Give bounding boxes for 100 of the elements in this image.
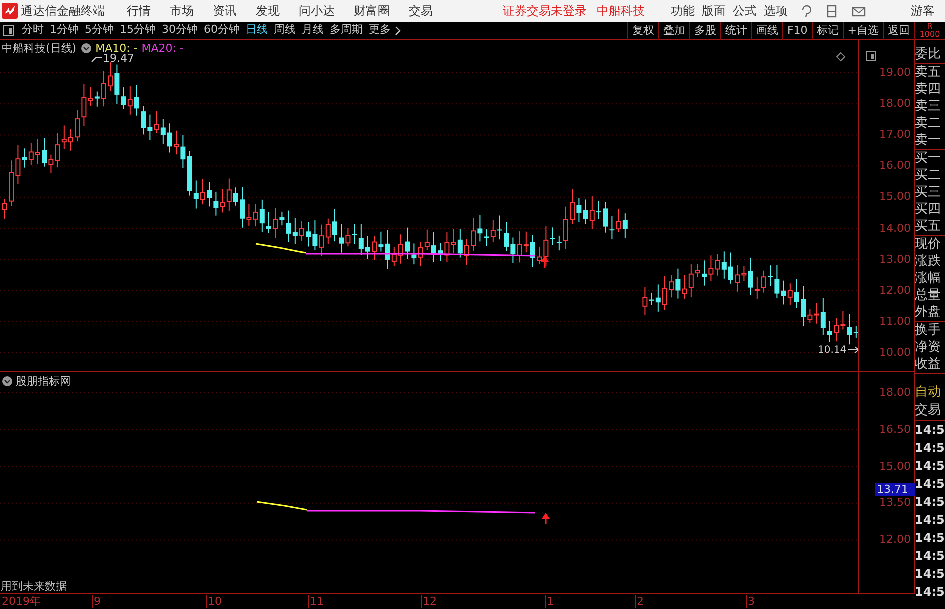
quote-label: 总量 — [915, 287, 942, 304]
menu-item[interactable]: 问小达 — [299, 2, 335, 20]
menu-item[interactable]: 选项 — [764, 2, 788, 20]
axis-label: 14.00 — [880, 222, 911, 234]
axis-label: 11.00 — [880, 316, 911, 328]
quote-label: 买三 — [915, 184, 942, 201]
axis-label: 19.00 — [880, 67, 911, 79]
quote-label: 买四 — [915, 201, 942, 218]
login-status[interactable]: 证券交易未登录 — [503, 2, 587, 20]
up-arrow-icon — [541, 256, 549, 268]
trade-time: 14:5 — [915, 440, 945, 457]
ma20-label: MA20: - — [142, 42, 184, 55]
dropdown-icon[interactable] — [80, 43, 92, 54]
axis-label: 2 — [635, 595, 644, 608]
mail-icon[interactable] — [852, 4, 866, 18]
axis-label: 10.00 — [880, 346, 911, 359]
quote-label: 委比 — [915, 46, 942, 63]
period-tab[interactable]: 分时 — [19, 22, 47, 39]
toolbar-button[interactable]: F10 — [782, 22, 812, 40]
axis-label: 18.00 — [880, 98, 911, 110]
diamond-icon[interactable] — [836, 52, 846, 62]
axis-label: 18.00 — [880, 387, 911, 399]
arrow-right-icon — [848, 346, 858, 354]
axis-label: 2019年 — [1, 595, 41, 608]
axis-label: 9 — [92, 595, 101, 608]
menu-item[interactable]: 交易 — [409, 2, 433, 20]
menu-item[interactable]: 版面 — [702, 2, 726, 20]
axis-label: 1 — [545, 595, 554, 608]
axis-label: 12.00 — [880, 534, 911, 546]
leader-line — [92, 58, 102, 62]
badge-letter: R — [927, 22, 933, 30]
quote-label: 净资 — [915, 339, 942, 356]
user-name[interactable]: 游客 — [911, 2, 935, 20]
menu-item[interactable]: 财富圈 — [354, 2, 390, 20]
toolbar-button[interactable]: 多股 — [689, 22, 720, 40]
trade-time: 14:5 — [915, 458, 945, 475]
low-price-label: 10.14 — [818, 344, 847, 357]
quote-label: 买一 — [915, 150, 942, 167]
axis-label: 17.00 — [880, 129, 911, 142]
axis-label: 12.00 — [880, 284, 911, 297]
trade-time: 14:5 — [915, 494, 945, 511]
toolbar-button[interactable]: 复权 — [627, 22, 658, 40]
toolbar-button[interactable]: 画线 — [751, 22, 782, 40]
trade-time: 14:5 — [915, 584, 945, 601]
axis-label: 11 — [308, 595, 324, 608]
panel-toggle-icon[interactable] — [866, 51, 877, 62]
period-tab[interactable]: 60分钟 — [201, 22, 243, 39]
stock-name: 中船科技 — [597, 3, 645, 20]
period-tab[interactable]: 30分钟 — [159, 22, 201, 39]
toolbar-button[interactable]: 统计 — [720, 22, 752, 40]
price-tag: 13.71 — [875, 483, 915, 496]
period-tab[interactable]: 更多 — [366, 22, 394, 39]
quote-label: 卖五 — [915, 64, 942, 81]
menu-item[interactable]: 行情 — [127, 2, 151, 20]
toolbar-button[interactable]: +自选 — [842, 22, 883, 40]
up-arrow-icon — [542, 513, 550, 524]
app-title: 通达信金融终端 — [21, 3, 105, 20]
chevron-right-icon[interactable] — [394, 24, 402, 36]
toolbar-button[interactable]: 标记 — [812, 22, 843, 40]
quote-label: 买二 — [915, 167, 942, 184]
quote-label: 收益 — [915, 356, 942, 373]
axis-label: 15.00 — [880, 460, 911, 473]
badge-number: 1000 — [920, 30, 940, 38]
trade-time: 14:5 — [915, 422, 945, 439]
panel-toggle-icon[interactable] — [3, 24, 15, 38]
toolbar-button[interactable]: 叠加 — [658, 22, 690, 40]
axis-label: 13.50 — [880, 497, 911, 510]
axis-label: 16.50 — [880, 424, 911, 436]
ma10-label: MA10: - — [96, 42, 138, 55]
menu-item[interactable]: 发现 — [256, 2, 280, 20]
indicator-title: 股朋指标网 — [16, 375, 71, 388]
period-tab[interactable]: 多周期 — [327, 22, 366, 39]
quote-label: 现价 — [915, 236, 942, 253]
quote-label: 外盘 — [915, 304, 942, 321]
menu-item[interactable]: 公式 — [733, 2, 757, 20]
quote-label: 涨幅 — [915, 270, 942, 287]
menu-item[interactable]: 功能 — [671, 2, 695, 20]
axis-label: 13.00 — [880, 254, 911, 266]
dropdown-icon[interactable] — [2, 376, 13, 387]
period-tab[interactable]: 日线 — [243, 22, 271, 39]
quote-label: 换手 — [915, 322, 942, 339]
period-tab[interactable]: 5分钟 — [82, 22, 117, 39]
toolbar-button[interactable]: 返回 — [883, 22, 914, 40]
period-tab[interactable]: 月线 — [299, 22, 327, 39]
trade-time: 14:5 — [915, 566, 945, 583]
indicator-note: 用到未来数据 — [1, 580, 67, 593]
axis-label: 15.00 — [880, 191, 911, 204]
menu-item[interactable]: 资讯 — [213, 2, 237, 20]
period-tab[interactable]: 1分钟 — [47, 22, 82, 39]
high-price-label: 19.47 — [103, 52, 134, 65]
chart-title: 中船科技(日线) — [2, 42, 77, 55]
period-tab[interactable]: 15分钟 — [117, 22, 159, 39]
trade-time: 14:5 — [915, 512, 945, 529]
auto-label: 自动 — [915, 384, 942, 402]
period-tab[interactable]: 周线 — [271, 22, 299, 39]
trade-time: 14:5 — [915, 476, 945, 493]
axis-label: 16.00 — [880, 160, 911, 172]
quote-label: 卖三 — [915, 98, 942, 115]
menu-item[interactable]: 市场 — [170, 2, 194, 20]
axis-label: 3 — [746, 595, 755, 608]
